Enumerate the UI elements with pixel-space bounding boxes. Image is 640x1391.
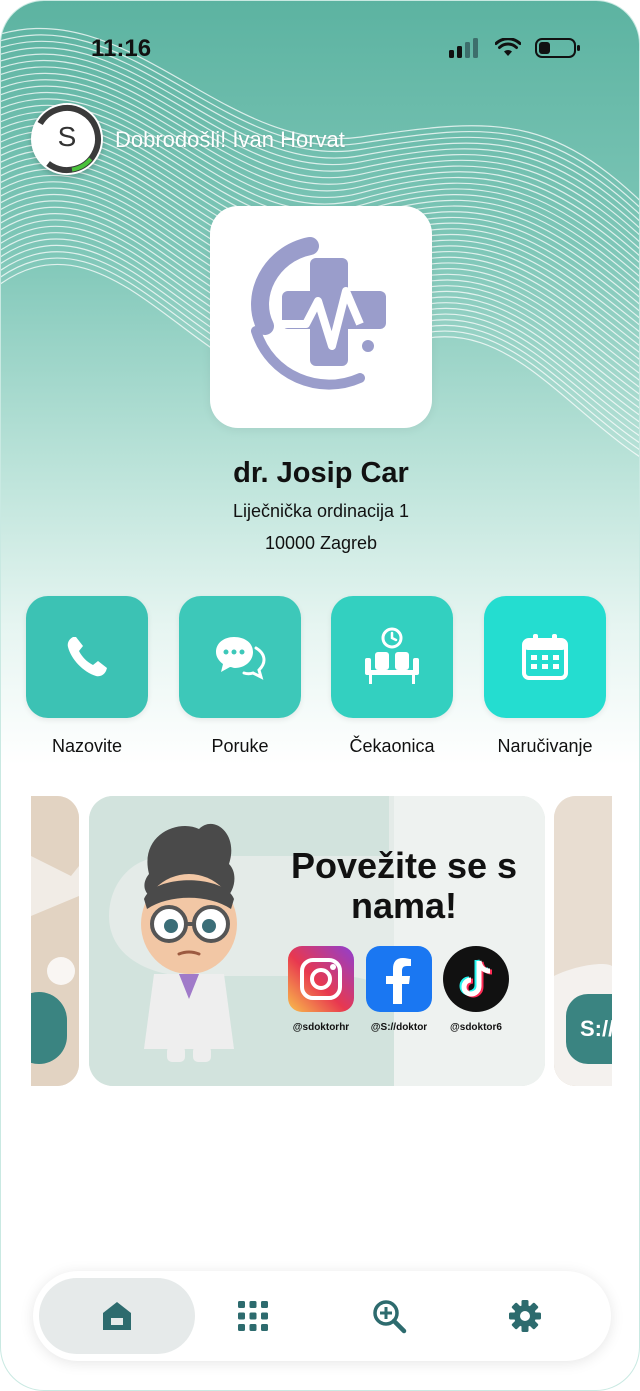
instagram-handle: @sdoktorhr (292, 1022, 350, 1033)
action-booking-label: Naručivanje (497, 736, 593, 756)
tiktok-handle: @sdoktor6 (450, 1022, 502, 1033)
next-slide-badge-text: S:// (580, 1016, 612, 1041)
carousel-prev-slide[interactable] (31, 796, 79, 1086)
tiktok-icon[interactable] (443, 946, 509, 1012)
prev-slide-image (31, 796, 79, 1086)
cellular-signal-icon (449, 38, 478, 58)
grid-icon (238, 1301, 268, 1331)
promo-title: Povežite se s nama! (290, 845, 518, 926)
action-booking[interactable]: Naručivanje (484, 596, 606, 757)
doctor-name: dr. Josip Car (233, 457, 409, 489)
clinic-logo-card (210, 206, 432, 428)
settings-gear-icon (509, 1300, 541, 1332)
facebook-handle: @S://doktor (370, 1022, 428, 1033)
avatar[interactable]: S (31, 103, 103, 175)
action-messages-label: Poruke (211, 736, 269, 756)
phone-icon (67, 637, 107, 677)
calendar-icon (522, 634, 568, 680)
app-screen: 11:16 S Dobrodošli! Ivan Horvat dr. Josi… (0, 0, 640, 1391)
status-icons (449, 37, 581, 59)
action-waiting-room-tile[interactable] (331, 596, 453, 718)
avatar-letter: S (57, 121, 77, 152)
next-slide-badge: S:// (566, 994, 612, 1064)
action-call-tile[interactable] (26, 596, 148, 718)
nav-settings[interactable] (459, 1278, 591, 1354)
waiting-room-icon (365, 627, 419, 684)
wifi-icon (495, 38, 521, 56)
carousel-current-slide[interactable]: Povežite se s nama! @sdoktorhr @S://dokt… (89, 796, 545, 1086)
clinic-name: Liječnička ordinacija 1 (232, 501, 410, 521)
action-waiting-room[interactable]: Čekaonica (331, 596, 453, 757)
medical-cross-logo-icon (251, 237, 386, 390)
instagram-icon[interactable] (288, 946, 354, 1012)
bottom-nav (33, 1271, 611, 1361)
battery-icon (535, 38, 580, 58)
action-booking-tile[interactable] (484, 596, 606, 718)
action-messages[interactable]: Poruke (179, 596, 301, 757)
home-icon (103, 1302, 131, 1330)
nav-home[interactable] (39, 1278, 195, 1354)
status-time: 11:16 (91, 35, 152, 62)
action-call-label: Nazovite (51, 736, 123, 756)
greeting-text: Dobrodošli! Ivan Horvat (115, 127, 345, 152)
chat-icon (216, 637, 266, 680)
clinic-city: 10000 Zagreb (264, 533, 378, 553)
facebook-icon[interactable] (366, 946, 432, 1012)
zoom-search-icon (373, 1300, 407, 1334)
action-messages-tile[interactable] (179, 596, 301, 718)
carousel-next-slide[interactable]: S:// (554, 796, 612, 1086)
nav-search[interactable] (323, 1278, 455, 1354)
action-waiting-room-label: Čekaonica (349, 736, 435, 756)
cartoon-doctor-illustration (141, 823, 237, 1062)
nav-menu[interactable] (187, 1278, 319, 1354)
action-call[interactable]: Nazovite (26, 596, 148, 757)
